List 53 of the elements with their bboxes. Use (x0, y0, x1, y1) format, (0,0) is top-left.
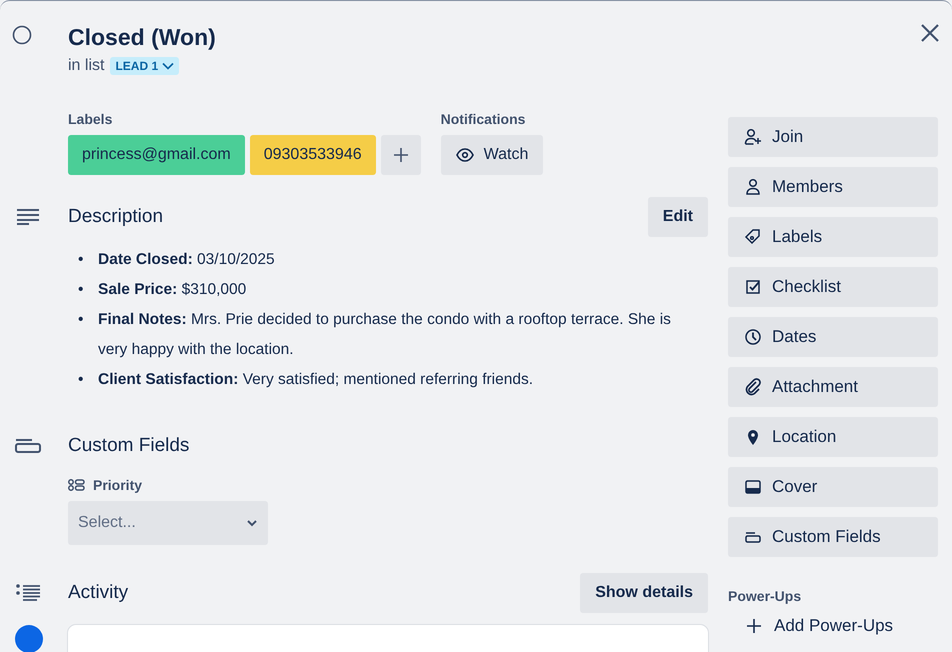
bullet-mark: • (78, 310, 84, 330)
description-item: Date Closed: 03/10/2025 (98, 250, 275, 270)
sidebar-action-button[interactable]: Location (728, 417, 938, 457)
bullet-mark: • (78, 250, 84, 270)
edit-button[interactable]: Edit (648, 197, 708, 237)
priority-dropdown[interactable]: Select... (68, 501, 268, 545)
plus-icon (392, 147, 409, 163)
field-label: Priority (93, 477, 142, 493)
description-item: Final Notes: Mrs. Prie decided to purchase the condo with a rooftop terrace. She is very happy with the location. (98, 310, 672, 360)
watch-button[interactable]: Watch (440, 135, 544, 175)
notifications-heading: Notifications (440, 111, 526, 127)
list-prefix: in list (68, 57, 104, 75)
add-person-icon (744, 128, 762, 146)
label-chip[interactable]: princess@gmail.com (68, 135, 245, 175)
paperclip-icon (744, 378, 762, 396)
custom-fields-heading: Custom Fields (68, 435, 190, 457)
description-icon (17, 209, 39, 225)
label-chip[interactable]: 09303533946 (250, 135, 376, 175)
list-selector[interactable]: LEAD 1 (110, 57, 180, 75)
sidebar-action-button[interactable]: Cover (728, 467, 938, 507)
sidebar-action-button[interactable]: Checklist (728, 267, 938, 307)
description-heading: Description (68, 206, 164, 228)
power-ups-heading: Power-Ups (728, 588, 802, 604)
add-label-button[interactable] (380, 135, 421, 175)
bullet-mark: • (78, 280, 84, 300)
sidebar-action-button[interactable]: Dates (728, 317, 938, 357)
checkbox-circle-icon[interactable] (12, 25, 32, 45)
sidebar-action-button[interactable]: Custom Fields (728, 517, 938, 557)
sidebar-action-button[interactable]: Members (728, 167, 938, 207)
plus-icon (746, 618, 762, 634)
description-item: Sale Price: $310,000 (98, 280, 246, 300)
description-item: Client Satisfaction: Very satisfied; mentioned referring friends. (98, 370, 534, 390)
person-icon (744, 178, 762, 196)
cover-icon (744, 478, 762, 496)
bullet-mark: • (78, 370, 84, 390)
labels-heading: Labels (68, 111, 114, 127)
sidebar-action-button[interactable]: Join (728, 117, 938, 157)
activity-icon (16, 584, 40, 602)
chevron-down-icon (162, 62, 174, 70)
add-power-ups-button[interactable]: Add Power-Ups (728, 616, 894, 636)
show-details-button[interactable]: Show details (580, 573, 708, 613)
checkbox-icon (744, 278, 762, 296)
tag-icon (744, 228, 762, 246)
eye-icon (456, 148, 474, 162)
activity-heading: Activity (68, 582, 128, 604)
clock-icon (744, 328, 762, 346)
sidebar-action-button[interactable]: Labels (728, 217, 938, 257)
avatar (15, 625, 43, 652)
chevron-down-icon (246, 519, 258, 527)
card-title: Closed (Won) (68, 23, 216, 51)
sidebar-action-button[interactable]: Attachment (728, 367, 938, 407)
custom-fields-icon (15, 439, 41, 453)
field-type-icon (68, 479, 85, 491)
